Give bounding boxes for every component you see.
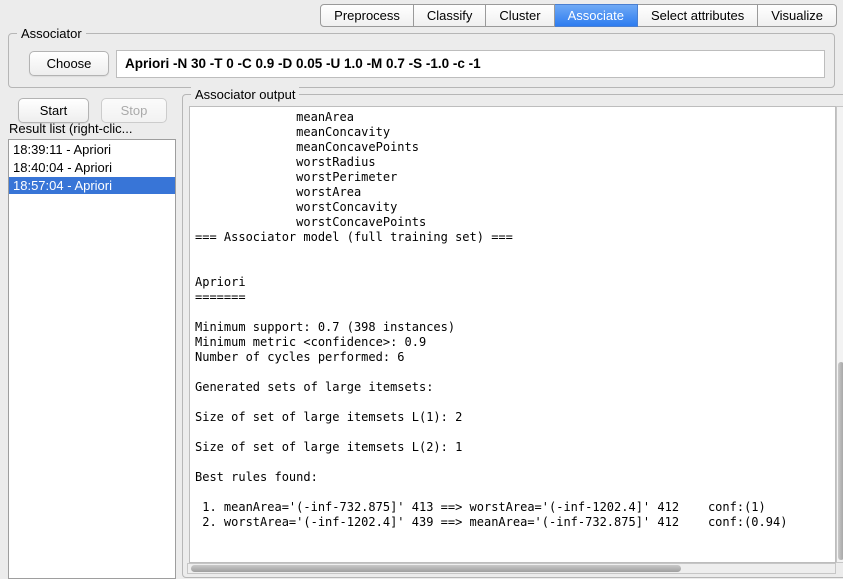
choose-button[interactable]: Choose	[29, 51, 109, 76]
output-scroll-area[interactable]: meanArea meanConcavity meanConcavePoints…	[189, 106, 836, 563]
tab-select-attributes[interactable]: Select attributes	[637, 4, 759, 27]
tab-preprocess[interactable]: Preprocess	[320, 4, 414, 27]
associator-group: Associator Choose Apriori -N 30 -T 0 -C …	[8, 26, 835, 88]
associator-group-title: Associator	[17, 26, 86, 41]
result-list-title: Result list (right-clic...	[9, 121, 133, 136]
result-list: 18:39:11 - Apriori 18:40:04 - Apriori 18…	[8, 139, 176, 579]
associator-scheme-field[interactable]: Apriori -N 30 -T 0 -C 0.9 -D 0.05 -U 1.0…	[116, 50, 825, 78]
result-list-item[interactable]: 18:57:04 - Apriori	[9, 177, 175, 194]
horizontal-scrollbar-thumb[interactable]	[191, 565, 681, 572]
horizontal-scrollbar[interactable]	[187, 563, 836, 574]
associator-scheme-text: Apriori -N 30 -T 0 -C 0.9 -D 0.05 -U 1.0…	[125, 56, 481, 71]
vertical-scrollbar[interactable]	[836, 106, 843, 563]
tab-cluster[interactable]: Cluster	[486, 4, 555, 27]
associator-output-text: meanArea meanConcavity meanConcavePoints…	[195, 110, 788, 529]
tab-classify[interactable]: Classify	[413, 4, 487, 27]
result-list-item[interactable]: 18:40:04 - Apriori	[9, 159, 175, 176]
result-list-item[interactable]: 18:39:11 - Apriori	[9, 141, 175, 158]
start-button[interactable]: Start	[18, 98, 89, 123]
stop-button[interactable]: Stop	[101, 98, 167, 123]
tab-bar: Preprocess Classify Cluster Associate Se…	[320, 4, 837, 27]
tab-associate[interactable]: Associate	[554, 4, 638, 27]
tab-visualize[interactable]: Visualize	[758, 4, 837, 27]
vertical-scrollbar-thumb[interactable]	[838, 362, 843, 560]
associator-output-title: Associator output	[191, 87, 300, 102]
associator-output-group: Associator output meanArea meanConcavity…	[182, 87, 843, 578]
